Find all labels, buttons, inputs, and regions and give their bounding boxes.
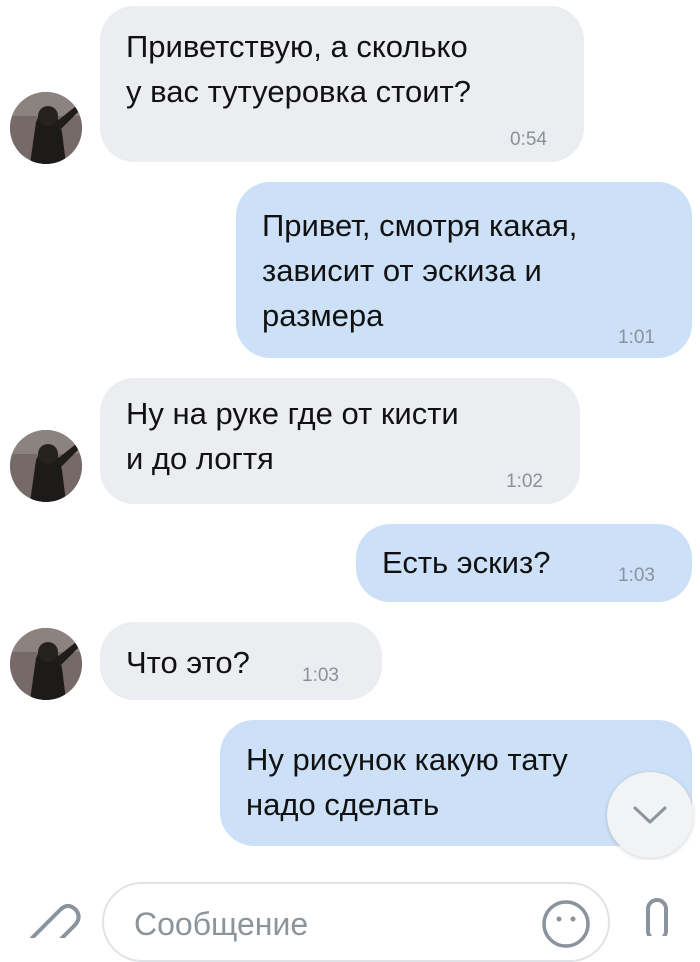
- message-bubble[interactable]: Приветствую, а сколько у вас тутуеровка …: [100, 6, 584, 162]
- avatar[interactable]: [10, 430, 82, 502]
- message-text: Что это?: [126, 645, 250, 680]
- scroll-down-button[interactable]: [607, 772, 693, 858]
- message-text: Привет, смотря какая, зависит от эскиза …: [262, 208, 578, 333]
- message-time: 0:54: [510, 129, 547, 150]
- message-bubble[interactable]: Привет, смотря какая, зависит от эскиза …: [236, 182, 692, 358]
- message-time: 1:03: [302, 665, 339, 686]
- chevron-down-icon: [629, 798, 671, 837]
- message-bubble[interactable]: Что это? 1:03: [100, 622, 382, 700]
- message-text: Приветствую, а сколько у вас тутуеровка …: [126, 29, 471, 109]
- avatar[interactable]: [10, 92, 82, 164]
- message-time: 1:02: [506, 471, 543, 492]
- smile-icon[interactable]: [540, 898, 592, 955]
- message-composer: Сообщение: [0, 860, 700, 962]
- message-input[interactable]: Сообщение: [102, 882, 610, 962]
- message-time: 1:03: [618, 565, 655, 586]
- microphone-icon[interactable]: [640, 896, 674, 942]
- paperclip-icon[interactable]: [24, 898, 84, 948]
- avatar[interactable]: [10, 628, 82, 700]
- message-text: Ну рисунок какую тату надо сделать: [246, 742, 568, 822]
- message-bubble[interactable]: Есть эскиз? 1:03: [356, 524, 692, 602]
- message-time: 1:01: [618, 327, 655, 348]
- message-text: Ну на руке где от кисти и до логтя: [126, 396, 459, 476]
- message-bubble[interactable]: Ну на руке где от кисти и до логтя 1:02: [100, 378, 580, 504]
